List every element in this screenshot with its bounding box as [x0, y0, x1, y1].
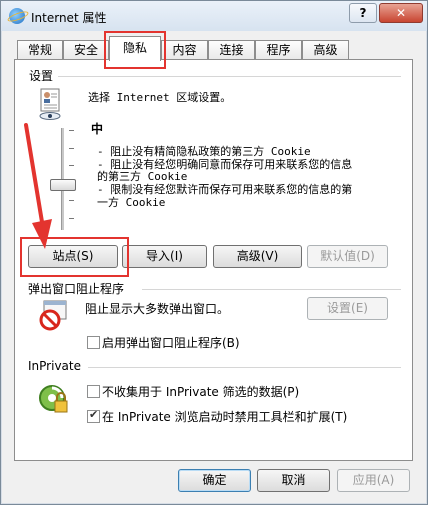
popup-settings-button[interactable]: 设置(E) — [307, 297, 388, 320]
popup-group-divider — [142, 289, 401, 290]
tab-general[interactable]: 常规 — [17, 40, 63, 60]
enable-popup-blocker-checkbox[interactable] — [87, 336, 100, 349]
tab-security[interactable]: 安全 — [63, 40, 109, 60]
slider-tick — [69, 130, 74, 131]
popup-blocker-icon — [38, 300, 68, 332]
slider-tick — [69, 218, 74, 219]
slider-tick — [69, 165, 74, 166]
privacy-level-label: 中 — [91, 122, 104, 136]
internet-explorer-icon — [9, 8, 25, 24]
tab-programs[interactable]: 程序 — [255, 40, 302, 60]
title-bar: Internet 属性 ? ✕ — [1, 1, 427, 31]
inprivate-icon — [37, 382, 69, 414]
enable-popup-blocker-label: 启用弹出窗口阻止程序(B) — [102, 336, 240, 350]
privacy-tab-highlight — [104, 31, 166, 69]
inprivate-filter-data-label: 不收集用于 InPrivate 筛选的数据(P) — [102, 385, 300, 399]
default-button[interactable]: 默认值(D) — [307, 245, 388, 268]
advanced-button[interactable]: 高级(V) — [213, 245, 302, 268]
zone-instruction-text: 选择 Internet 区域设置。 — [88, 91, 232, 104]
help-button[interactable]: ? — [349, 3, 377, 23]
popup-description: 阻止显示大多数弹出窗口。 — [85, 302, 230, 316]
close-button[interactable]: ✕ — [379, 3, 423, 23]
tab-connections[interactable]: 连接 — [208, 40, 255, 60]
settings-group-divider — [58, 76, 401, 77]
inprivate-group-divider — [88, 367, 401, 368]
inprivate-filter-data-checkbox[interactable] — [87, 385, 100, 398]
cancel-button[interactable]: 取消 — [257, 469, 330, 492]
import-button[interactable]: 导入(I) — [122, 245, 207, 268]
inprivate-disable-toolbars-label: 在 InPrivate 浏览启动时禁用工具栏和扩展(T) — [102, 410, 348, 424]
slider-tick — [69, 200, 74, 201]
tab-content[interactable]: 内容 — [161, 40, 208, 60]
window-title: Internet 属性 — [31, 11, 107, 25]
inprivate-group-label: InPrivate — [28, 359, 81, 373]
slider-tick — [69, 148, 74, 149]
red-arrow-annotation — [24, 123, 52, 249]
popup-group-label: 弹出窗口阻止程序 — [28, 282, 125, 296]
inprivate-disable-toolbars-checkbox[interactable] — [87, 408, 100, 423]
settings-group-label: 设置 — [29, 69, 54, 83]
privacy-bullet: 一方 Cookie — [97, 196, 166, 209]
ok-button[interactable]: 确定 — [178, 469, 251, 492]
privacy-document-icon — [38, 88, 64, 120]
apply-button[interactable]: 应用(A) — [337, 469, 410, 492]
tab-advanced[interactable]: 高级 — [302, 40, 349, 60]
